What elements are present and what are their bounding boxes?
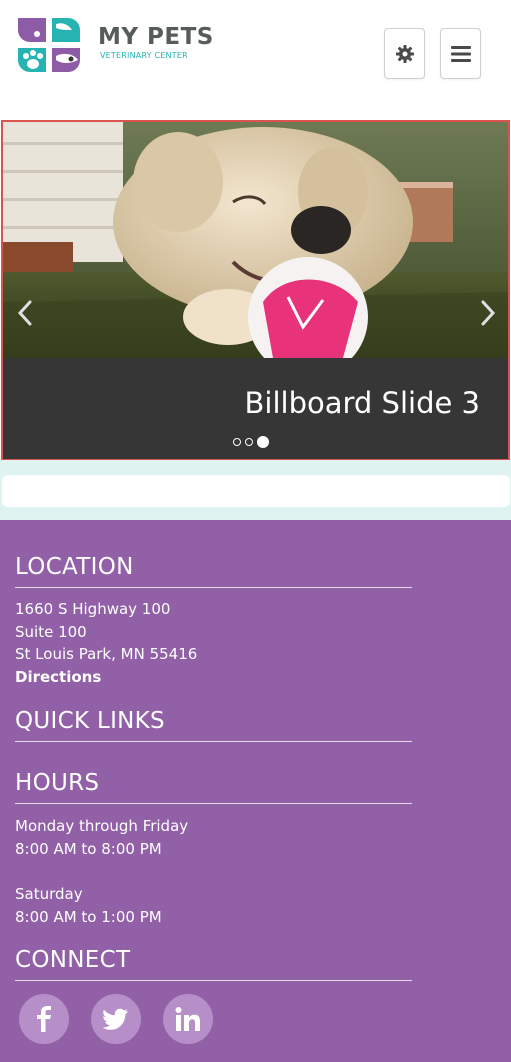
address-line-2: Suite 100 (15, 623, 87, 641)
quick-links-divider (15, 741, 412, 742)
site-header: MY PETS VETERINARY CENTER (0, 0, 511, 120)
brand-name: MY PETS (98, 24, 214, 50)
slide-photo-puppy (3, 122, 508, 358)
weekday-hours: 8:00 AM to 8:00 PM (15, 840, 162, 858)
twitter-icon (103, 1008, 128, 1030)
linkedin-button[interactable] (163, 994, 213, 1044)
slide-indicators (233, 436, 269, 448)
connect-divider (15, 980, 412, 981)
slide-title: Billboard Slide 3 (244, 386, 480, 420)
address-line-3: St Louis Park, MN 55416 (15, 645, 198, 663)
my-pets-logo[interactable] (16, 16, 82, 74)
saturday-hours: 8:00 AM to 1:00 PM (15, 908, 162, 926)
connect-heading: CONNECT (15, 947, 131, 973)
hamburger-menu-icon (450, 45, 471, 62)
slide-indicator-3[interactable] (257, 436, 269, 448)
directions-link[interactable]: Directions (15, 668, 101, 686)
facebook-icon (37, 1006, 51, 1032)
weekday-label: Monday through Friday (15, 817, 189, 835)
next-slide-button[interactable] (476, 298, 500, 328)
hours-divider (15, 803, 412, 804)
linkedin-icon (175, 1007, 200, 1031)
gear-icon (395, 44, 414, 63)
brand-tagline: VETERINARY CENTER (100, 51, 188, 60)
location-divider (15, 587, 412, 588)
facebook-button[interactable] (19, 994, 69, 1044)
content-panel (2, 475, 510, 507)
slide-indicator-2[interactable] (245, 438, 253, 446)
saturday-label: Saturday (15, 885, 83, 903)
slide-indicator-1[interactable] (233, 438, 241, 446)
twitter-button[interactable] (91, 994, 141, 1044)
hours-heading: HOURS (15, 770, 100, 796)
address-line-1: 1660 S Highway 100 (15, 600, 171, 618)
billboard-carousel: Billboard Slide 3 (1, 120, 510, 461)
settings-button[interactable] (384, 28, 425, 79)
previous-slide-button[interactable] (13, 298, 37, 328)
chevron-right-icon (481, 300, 496, 326)
location-heading: LOCATION (15, 554, 134, 580)
quick-links-heading: QUICK LINKS (15, 708, 165, 734)
menu-button[interactable] (440, 28, 481, 79)
chevron-left-icon (17, 300, 32, 326)
